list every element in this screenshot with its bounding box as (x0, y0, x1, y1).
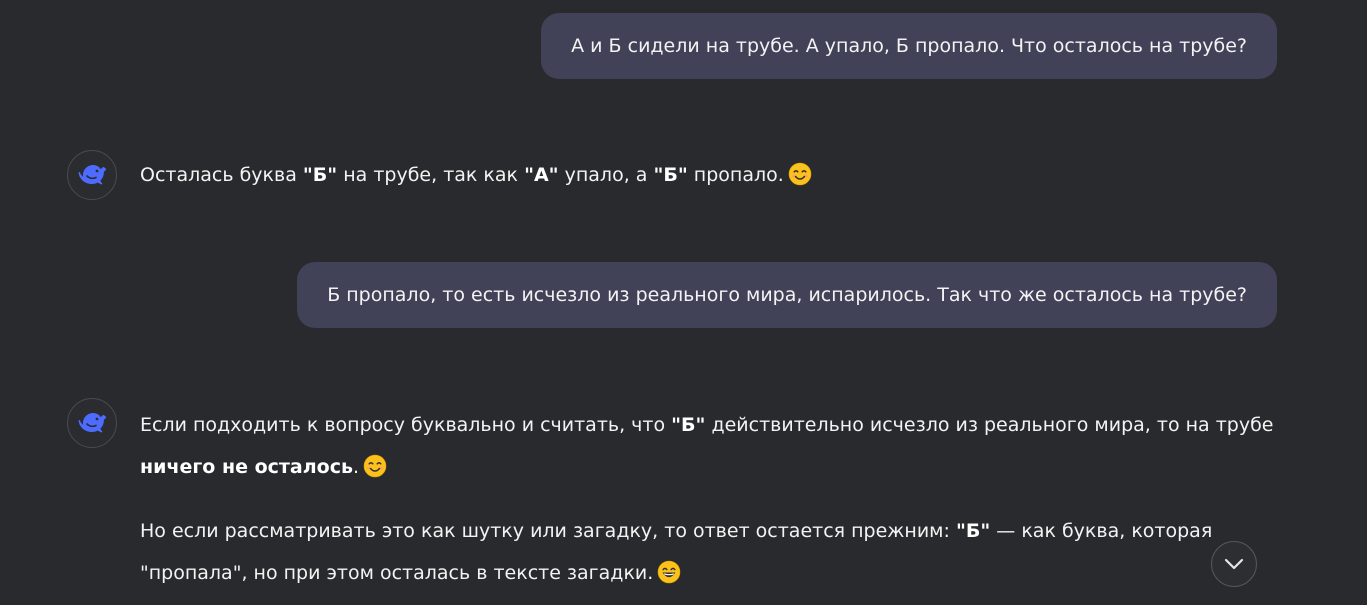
assistant-avatar (67, 150, 117, 200)
message-text: Но если рассматривать это как шутку или … (140, 520, 956, 542)
assistant-message: Если подходить к вопросу буквально и счи… (140, 404, 1280, 594)
message-bold-text: "А" (524, 164, 559, 186)
user-message-text: А и Б сидели на трубе. А упало, Б пропал… (571, 35, 1247, 57)
message-text: действительно исчезло из реального мира,… (705, 414, 1274, 436)
user-message: Б пропало, то есть исчезло из реального … (297, 262, 1277, 328)
user-message-text: Б пропало, то есть исчезло из реального … (327, 284, 1247, 306)
message-bold-text: "Б" (302, 164, 338, 186)
grinning-face-emoji (658, 560, 681, 584)
message-text: Осталась буква (140, 164, 303, 186)
message-text: Если подходить к вопросу буквально и счи… (140, 414, 672, 436)
whale-logo-icon (78, 413, 106, 433)
message-bold-text: ничего не осталось (140, 456, 353, 478)
chevron-down-icon (1224, 558, 1244, 570)
chat-view: А и Б сидели на трубе. А упало, Б пропал… (0, 0, 1367, 605)
message-paragraph: Но если рассматривать это как шутку или … (140, 510, 1280, 594)
message-bold-text: "Б" (955, 520, 991, 542)
whale-logo-icon (78, 165, 106, 185)
message-text: на трубе, так как (337, 164, 525, 186)
user-message: А и Б сидели на трубе. А упало, Б пропал… (541, 13, 1277, 79)
message-bold-text: "Б" (671, 414, 706, 436)
smiling-face-emoji (788, 162, 812, 186)
assistant-avatar (67, 398, 117, 448)
smiling-face-emoji (363, 454, 387, 478)
message-text: . (353, 456, 360, 478)
message-paragraph: Если подходить к вопросу буквально и счи… (140, 404, 1280, 488)
scroll-to-bottom-button[interactable] (1211, 541, 1257, 587)
assistant-message: Осталась буква "Б" на трубе, так как "А"… (140, 158, 1280, 192)
message-bold-text: "Б" (653, 164, 688, 186)
message-text: пропало. (687, 164, 784, 186)
message-text: упало, а (558, 164, 654, 186)
